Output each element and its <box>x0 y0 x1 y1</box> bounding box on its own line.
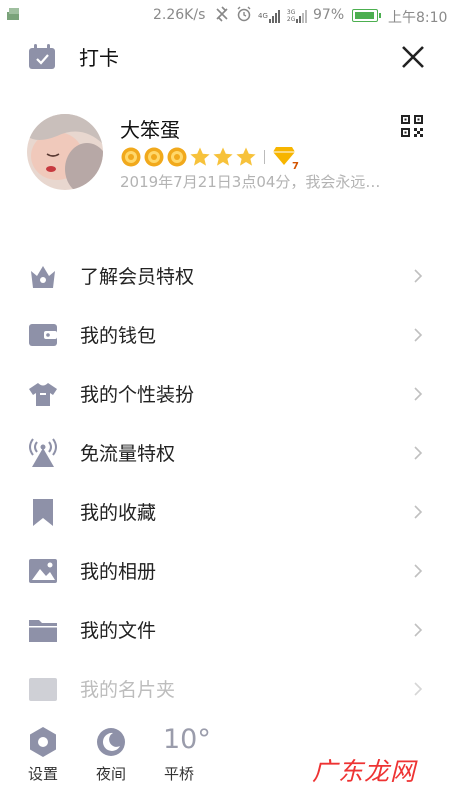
data-transfer-icon <box>214 6 230 26</box>
gear-icon <box>30 727 56 757</box>
alarm-icon <box>236 6 252 26</box>
menu-label: 我的文件 <box>80 620 157 642</box>
chevron-right-icon <box>413 622 423 641</box>
calendar-check-icon[interactable] <box>28 44 56 74</box>
menu-item-card-holder[interactable]: 我的名片夹 <box>0 659 450 718</box>
sun-badge-icon <box>121 147 141 167</box>
chevron-right-icon <box>413 563 423 582</box>
settings-label[interactable]: 设置 <box>13 763 73 784</box>
menu-label: 免流量特权 <box>80 443 176 465</box>
menu-label: 我的相册 <box>80 561 157 583</box>
crown-icon <box>28 261 58 291</box>
menu-list: 了解会员特权 我的钱包 我的个性装扮 免流量特权 我的收藏 我的相册 我的文件 … <box>0 246 450 718</box>
settings-button[interactable] <box>13 726 73 762</box>
menu-item-free-data[interactable]: 免流量特权 <box>0 423 450 482</box>
chevron-right-icon <box>413 681 423 700</box>
chevron-right-icon <box>413 386 423 405</box>
badge-divider <box>264 150 265 164</box>
status-bar: 2.26K/s 4G 3G 2G 97% 上午8:10 <box>0 0 450 32</box>
sun-badge-icon <box>167 147 187 167</box>
net2a-label: 3G <box>286 9 296 16</box>
avatar[interactable] <box>27 114 103 190</box>
menu-label: 了解会员特权 <box>80 266 195 288</box>
menu-item-wallet[interactable]: 我的钱包 <box>0 305 450 364</box>
signal-sim2-icon: 3G 2G <box>287 9 308 23</box>
night-mode-button[interactable] <box>81 726 141 762</box>
menu-label: 我的钱包 <box>80 325 157 347</box>
menu-item-album[interactable]: 我的相册 <box>0 541 450 600</box>
weather-city[interactable]: 平桥 <box>149 763 209 784</box>
chevron-right-icon <box>413 268 423 287</box>
close-icon[interactable] <box>398 42 428 72</box>
menu-label: 我的收藏 <box>80 502 157 524</box>
network-speed: 2.26K/s <box>153 7 206 23</box>
username[interactable]: 大笨蛋 <box>120 114 180 143</box>
menu-item-favorites[interactable]: 我的收藏 <box>0 482 450 541</box>
signal-4g-icon: 4G <box>258 9 281 23</box>
qr-code-icon[interactable] <box>401 115 423 141</box>
net2b-label: 2G <box>286 16 296 23</box>
net1-label: 4G <box>258 11 268 20</box>
chevron-right-icon <box>413 327 423 346</box>
header: 打卡 <box>0 32 450 80</box>
shirt-icon <box>28 379 58 409</box>
app-notification-icon <box>6 6 22 22</box>
signal-tower-icon <box>28 438 58 468</box>
checkin-button[interactable]: 打卡 <box>79 42 119 71</box>
chevron-right-icon <box>413 504 423 523</box>
photo-icon <box>28 556 58 586</box>
star-badge-icon <box>236 147 256 166</box>
star-badge-icon <box>190 147 210 166</box>
star-badge-icon <box>213 147 233 166</box>
moon-icon <box>97 728 125 756</box>
sun-badge-icon <box>144 147 164 167</box>
vip-diamond-icon: 7 <box>272 144 299 172</box>
menu-label: 我的个性装扮 <box>80 384 195 406</box>
level-badges[interactable]: 7 <box>120 144 299 172</box>
weather-temperature[interactable]: 10° <box>163 724 211 755</box>
battery-percent: 97% <box>313 7 345 23</box>
clock: 上午8:10 <box>388 10 448 26</box>
menu-item-files[interactable]: 我的文件 <box>0 600 450 659</box>
wallet-icon <box>28 320 58 350</box>
menu-label: 我的名片夹 <box>80 679 176 701</box>
watermark-text: 广东龙网 <box>312 757 417 786</box>
bookmark-icon <box>28 497 58 527</box>
battery-icon <box>352 9 381 22</box>
folder-icon <box>28 615 58 645</box>
chevron-right-icon <box>413 445 423 464</box>
menu-item-vip-privileges[interactable]: 了解会员特权 <box>0 246 450 305</box>
signature-text[interactable]: 2019年7月21日3点04分，我会永远… <box>120 171 380 192</box>
card-holder-icon <box>28 674 58 704</box>
night-label[interactable]: 夜间 <box>81 763 141 784</box>
menu-item-personalize[interactable]: 我的个性装扮 <box>0 364 450 423</box>
